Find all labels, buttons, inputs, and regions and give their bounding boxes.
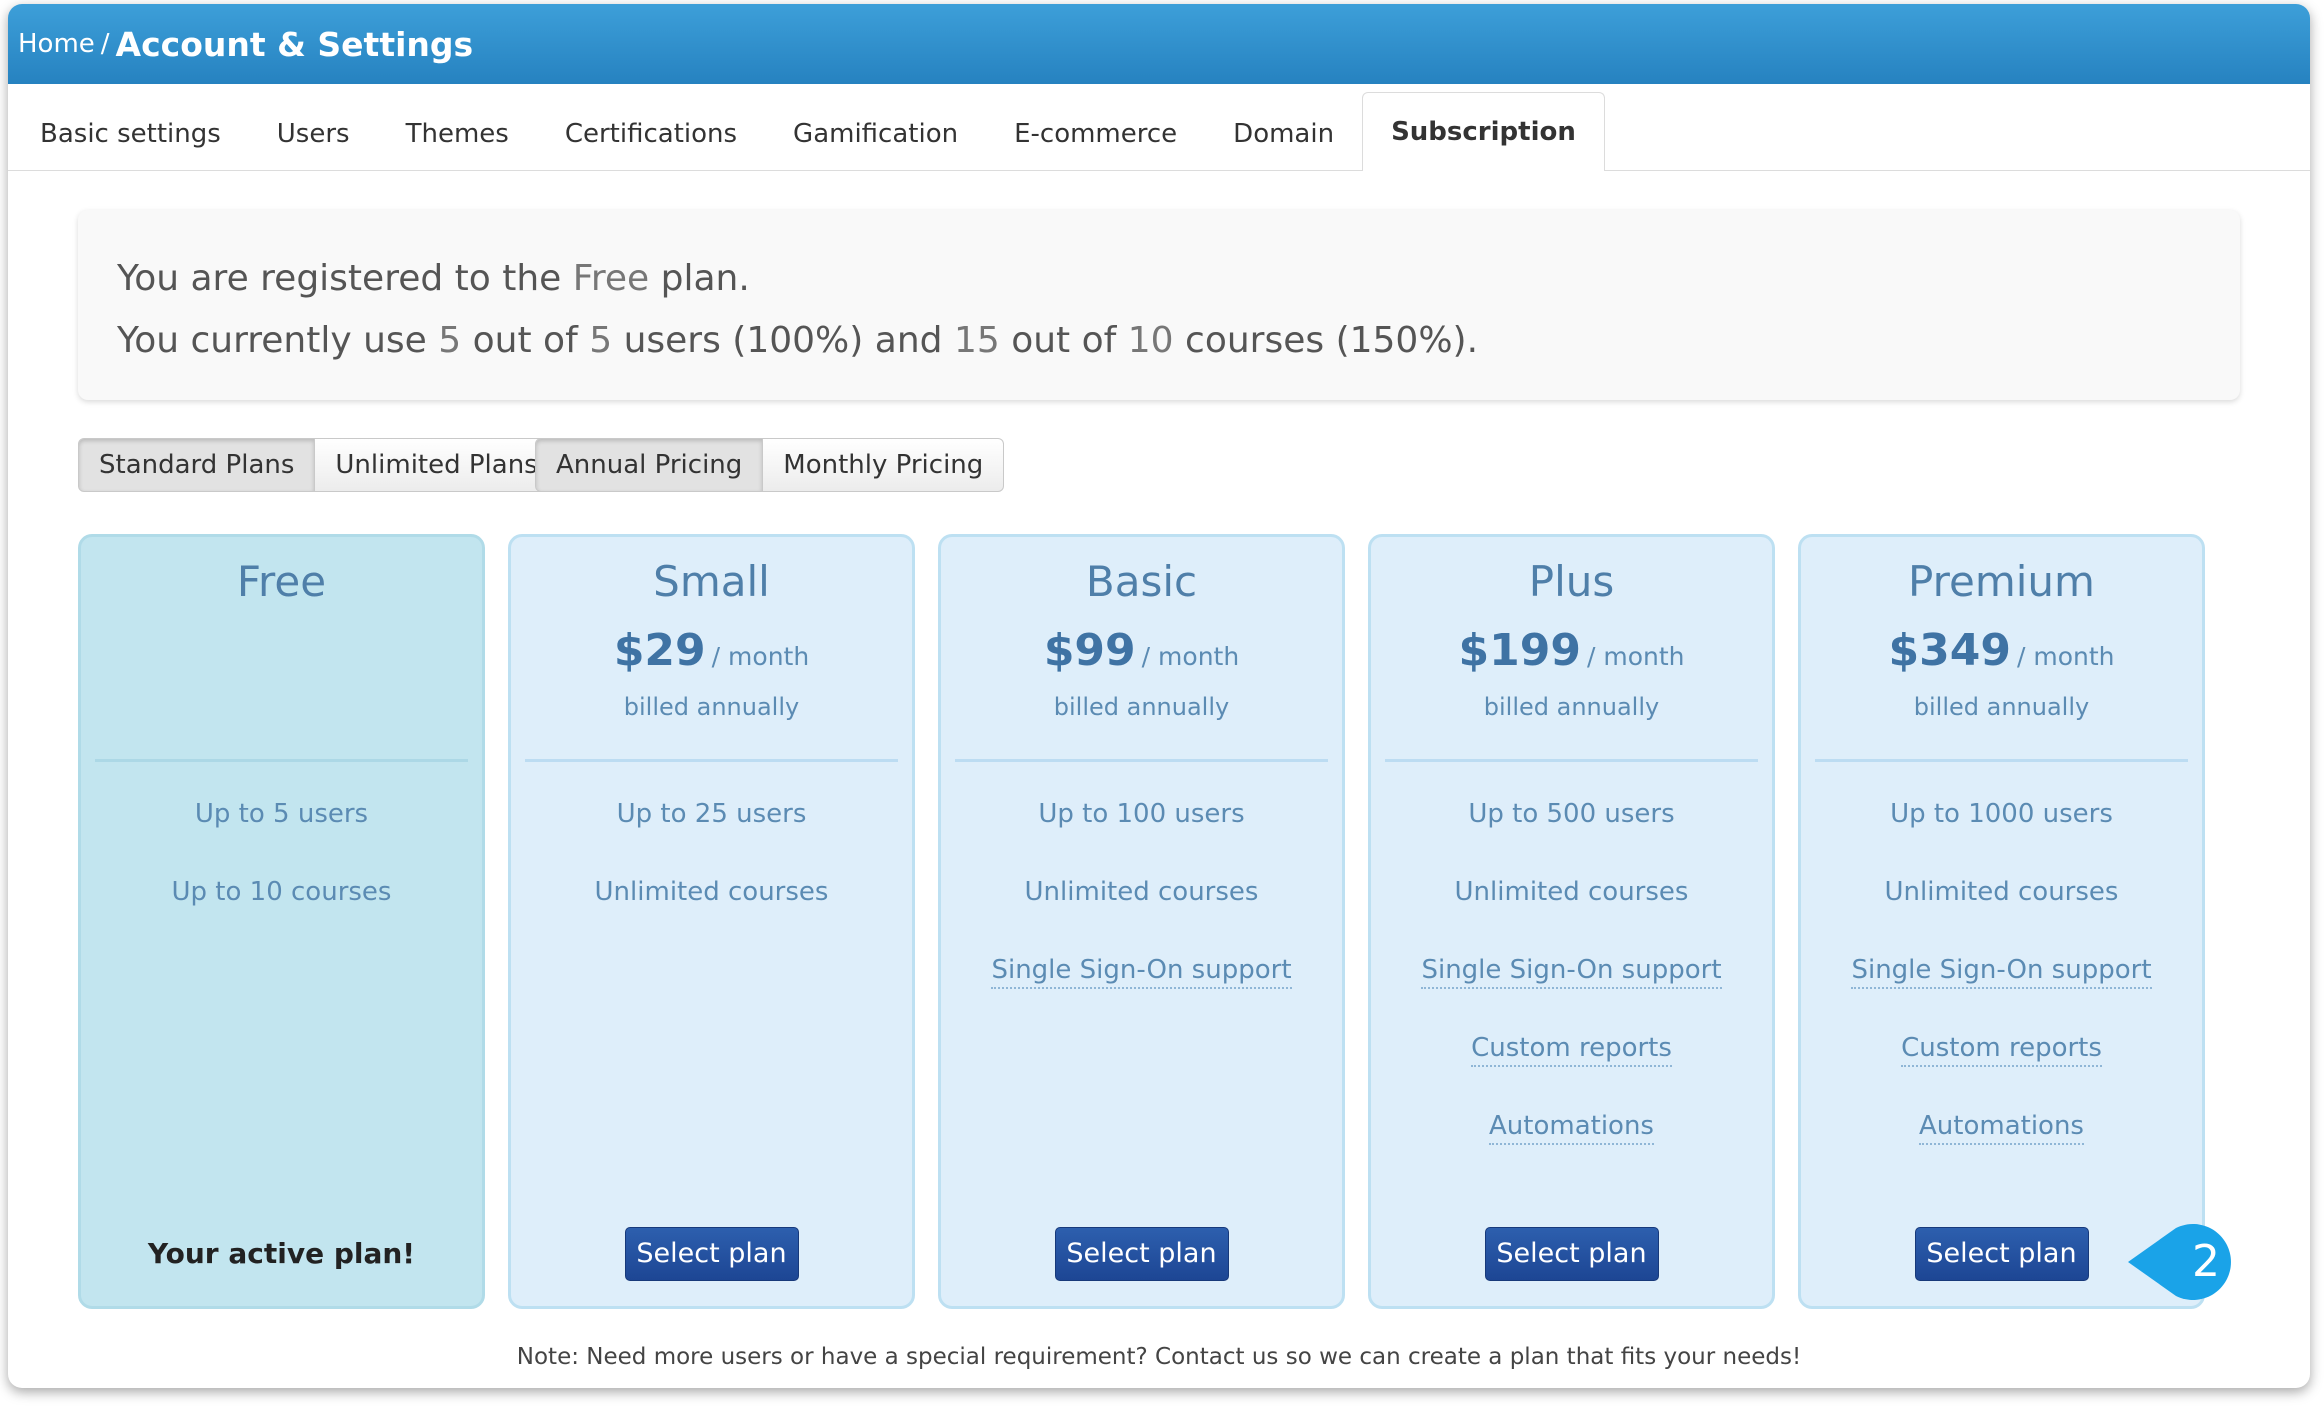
users-used: 5 — [438, 320, 462, 361]
standard-plans-button[interactable]: Standard Plans — [78, 438, 316, 492]
status-usage-line: You currently use 5 out of 5 users (100%… — [117, 320, 1479, 361]
plan-price-period: / month — [711, 642, 810, 671]
plan-type-toggle: Standard Plans Unlimited Plans — [78, 438, 559, 492]
active-plan-label: Your active plan! — [147, 1237, 416, 1270]
plan-price-row: $29/ month — [511, 625, 912, 676]
tab-themes[interactable]: Themes — [378, 98, 537, 170]
plan-feature: Up to 25 users — [616, 799, 807, 829]
plan-billing: billed annually — [623, 693, 800, 721]
plan-divider — [1815, 759, 2188, 762]
plan-feature: Up to 500 users — [1468, 799, 1675, 829]
plan-name: Premium — [1908, 557, 2095, 606]
plan-feature-link[interactable]: Single Sign-On support — [1801, 955, 2202, 989]
page-title: Account & Settings — [115, 24, 474, 64]
breadcrumb-separator: / — [100, 29, 110, 59]
plan-price-period: / month — [1141, 642, 1240, 671]
select-plan-small-button[interactable]: Select plan — [624, 1227, 799, 1281]
plan-divider — [525, 759, 898, 762]
plan-feature: Unlimited courses — [1884, 877, 2119, 907]
breadcrumb-home-link[interactable]: Home — [18, 29, 95, 59]
select-plan-basic-button[interactable]: Select plan — [1054, 1227, 1229, 1281]
plan-divider — [955, 759, 1328, 762]
tab-ecommerce[interactable]: E-commerce — [986, 98, 1205, 170]
plan-feature: Up to 100 users — [1038, 799, 1245, 829]
plan-price-period: / month — [1586, 642, 1685, 671]
tab-basic-settings[interactable]: Basic settings — [12, 98, 249, 170]
plan-price: $29 — [613, 625, 706, 676]
plan-name: Free — [236, 557, 327, 606]
plan-feature-link[interactable]: Single Sign-On support — [1371, 955, 1772, 989]
status-plan-line: You are registered to the Free plan. — [117, 258, 750, 299]
plan-feature-link[interactable]: Automations — [1801, 1111, 2202, 1145]
subscription-status: You are registered to the Free plan. You… — [78, 210, 2240, 400]
plan-price-period: / month — [2016, 642, 2115, 671]
settings-window: Home / Account & Settings Basic settings… — [8, 4, 2310, 1388]
plan-price-row: $349/ month — [1801, 625, 2202, 676]
plan-feature: Unlimited courses — [1454, 877, 1689, 907]
plan-billing: billed annually — [1483, 693, 1660, 721]
plan-feature-link[interactable]: Automations — [1371, 1111, 1772, 1145]
monthly-pricing-button[interactable]: Monthly Pricing — [763, 438, 1005, 492]
plan-card-free: Free Up to 5 users Up to 10 courses Your… — [78, 534, 485, 1309]
plan-feature-link[interactable]: Single Sign-On support — [941, 955, 1342, 989]
current-plan-name: Free — [572, 258, 650, 299]
footer-note: Note: Need more users or have a special … — [516, 1344, 1802, 1370]
select-plan-plus-button[interactable]: Select plan — [1484, 1227, 1659, 1281]
plan-price: $199 — [1458, 625, 1581, 676]
plan-feature: Up to 5 users — [194, 799, 369, 829]
plan-card-premium: Premium $349/ month billed annually Up t… — [1798, 534, 2205, 1309]
plan-name: Small — [653, 557, 770, 606]
tab-subscription[interactable]: Subscription — [1362, 92, 1605, 171]
plan-card-small: Small $29/ month billed annually Up to 2… — [508, 534, 915, 1309]
select-plan-premium-button[interactable]: Select plan — [1914, 1227, 2089, 1281]
plan-price-row: $99/ month — [941, 625, 1342, 676]
step-callout-marker: 2 — [2128, 1224, 2231, 1300]
courses-used: 15 — [953, 320, 1000, 361]
courses-total: 10 — [1127, 320, 1174, 361]
plan-billing: billed annually — [1913, 693, 2090, 721]
plan-billing: billed annually — [1053, 693, 1230, 721]
tab-users[interactable]: Users — [249, 98, 378, 170]
pricing-toggle: Annual Pricing Monthly Pricing — [535, 438, 1005, 492]
plan-divider — [95, 759, 468, 762]
plan-feature: Unlimited courses — [1024, 877, 1259, 907]
tab-certifications[interactable]: Certifications — [537, 98, 765, 170]
tab-gamification[interactable]: Gamification — [765, 98, 986, 170]
plan-feature: Up to 1000 users — [1890, 799, 2113, 829]
tab-domain[interactable]: Domain — [1205, 98, 1362, 170]
plan-name: Plus — [1528, 557, 1615, 606]
plan-card-basic: Basic $99/ month billed annually Up to 1… — [938, 534, 1345, 1309]
unlimited-plans-button[interactable]: Unlimited Plans — [315, 438, 559, 492]
users-total: 5 — [589, 320, 613, 361]
plan-divider — [1385, 759, 1758, 762]
plan-price: $99 — [1043, 625, 1136, 676]
plan-feature-link[interactable]: Custom reports — [1801, 1033, 2202, 1067]
settings-tabs: Basic settings Users Themes Certificatio… — [8, 84, 2310, 171]
plan-feature: Unlimited courses — [594, 877, 829, 907]
plan-name: Basic — [1085, 557, 1198, 606]
callout-number: 2 — [2192, 1236, 2220, 1287]
page-header: Home / Account & Settings — [8, 4, 2310, 84]
plan-price-row: $199/ month — [1371, 625, 1772, 676]
plan-price: $349 — [1888, 625, 2011, 676]
plan-feature: Up to 10 courses — [171, 877, 392, 907]
plan-card-plus: Plus $199/ month billed annually Up to 5… — [1368, 534, 1775, 1309]
plan-feature-link[interactable]: Custom reports — [1371, 1033, 1772, 1067]
annual-pricing-button[interactable]: Annual Pricing — [535, 438, 764, 492]
